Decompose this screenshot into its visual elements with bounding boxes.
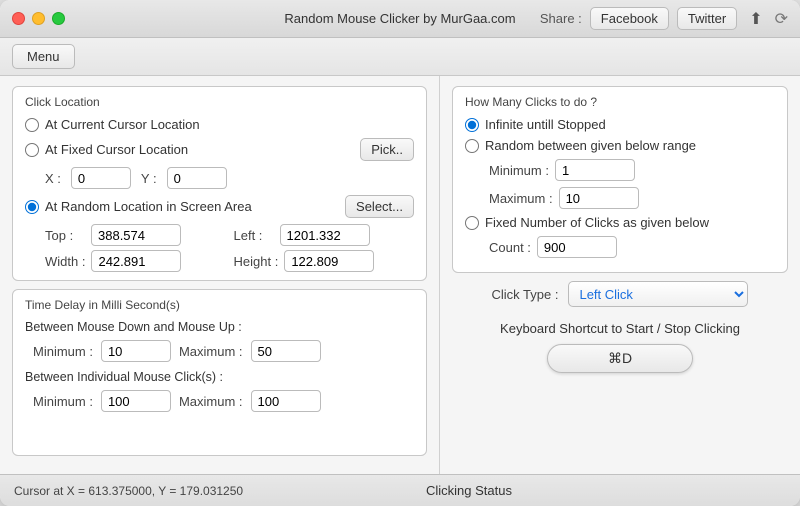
title-bar-actions: Share : Facebook Twitter ⬆ ⟳ (540, 7, 788, 31)
left-row: Left : (234, 224, 415, 246)
toolbar: Menu (0, 38, 800, 76)
random-location-row: At Random Location in Screen Area Select… (25, 195, 414, 218)
shortcut-key: ⌘D (547, 344, 693, 373)
count-label: Count : (489, 240, 531, 255)
delay-row-1: Minimum : Maximum : (25, 340, 414, 362)
loading-spinner: ⟳ (775, 9, 788, 29)
click-type-row: Click Type : Left Click Right Click Doub… (452, 281, 788, 307)
radio-row-fixed: Fixed Number of Clicks as given below (465, 215, 775, 230)
radio-row-infinite: Infinite untill Stopped (465, 117, 775, 132)
label-current-location: At Current Cursor Location (45, 117, 200, 132)
max-label-2: Maximum : (179, 394, 243, 409)
top-label: Top : (45, 228, 85, 243)
left-panel: Click Location At Current Cursor Locatio… (0, 76, 440, 474)
radio-fixed-count[interactable] (465, 216, 479, 230)
share-icon-button[interactable]: ⬆ (745, 7, 766, 31)
delay-sub2: Between Individual Mouse Click(s) : (25, 370, 414, 384)
width-row: Width : (45, 250, 226, 272)
minimize-button[interactable] (32, 12, 45, 25)
xy-row: X : Y : (25, 167, 414, 189)
max-input-1[interactable] (251, 340, 321, 362)
min-input-2[interactable] (101, 390, 171, 412)
shortcut-section: Keyboard Shortcut to Start / Stop Clicki… (452, 321, 788, 373)
x-label: X : (45, 171, 61, 186)
share-label: Share : (540, 11, 582, 26)
y-label: Y : (141, 171, 157, 186)
count-row: Count : (465, 236, 775, 258)
height-input[interactable] (284, 250, 374, 272)
max-input-2[interactable] (251, 390, 321, 412)
radio-current-location[interactable] (25, 118, 39, 132)
pick-button[interactable]: Pick.. (360, 138, 414, 161)
label-random-range: Random between given below range (485, 138, 696, 153)
min-range-label: Minimum : (489, 163, 549, 178)
width-input[interactable] (91, 250, 181, 272)
radio-infinite[interactable] (465, 118, 479, 132)
shortcut-title: Keyboard Shortcut to Start / Stop Clicki… (500, 321, 740, 336)
left-input[interactable] (280, 224, 370, 246)
select-button[interactable]: Select... (345, 195, 414, 218)
status-bar: Cursor at X = 613.375000, Y = 179.031250… (0, 474, 800, 506)
right-panel: How Many Clicks to do ? Infinite untill … (440, 76, 800, 474)
time-delay-section: Time Delay in Milli Second(s) Between Mo… (12, 289, 427, 456)
top-input[interactable] (91, 224, 181, 246)
main-content: Click Location At Current Cursor Locatio… (0, 76, 800, 474)
min-input-1[interactable] (101, 340, 171, 362)
label-fixed-count: Fixed Number of Clicks as given below (485, 215, 709, 230)
clicks-title: How Many Clicks to do ? (465, 95, 775, 109)
radio-row-random: Random between given below range (465, 138, 775, 153)
title-bar: Random Mouse Clicker by MurGaa.com Share… (0, 0, 800, 38)
max-range-row: Maximum : (465, 187, 775, 209)
click-type-select[interactable]: Left Click Right Click Double Click Midd… (568, 281, 748, 307)
click-location-title: Click Location (25, 95, 414, 109)
max-range-input[interactable] (559, 187, 639, 209)
width-label: Width : (45, 254, 85, 269)
min-label-1: Minimum : (33, 344, 93, 359)
area-grid: Top : Left : Width : Height : (25, 224, 414, 272)
twitter-button[interactable]: Twitter (677, 7, 737, 30)
min-label-2: Minimum : (33, 394, 93, 409)
menu-button[interactable]: Menu (12, 44, 75, 69)
min-range-row: Minimum : (465, 159, 775, 181)
max-range-label: Maximum : (489, 191, 553, 206)
click-type-label: Click Type : (492, 287, 559, 302)
delay-sub1: Between Mouse Down and Mouse Up : (25, 320, 414, 334)
count-input[interactable] (537, 236, 617, 258)
left-label: Left : (234, 228, 274, 243)
radio-random-range[interactable] (465, 139, 479, 153)
label-fixed-location: At Fixed Cursor Location (45, 142, 188, 157)
clicks-section: How Many Clicks to do ? Infinite untill … (452, 86, 788, 273)
height-label: Height : (234, 254, 279, 269)
app-window: Random Mouse Clicker by MurGaa.com Share… (0, 0, 800, 506)
max-label-1: Maximum : (179, 344, 243, 359)
maximize-button[interactable] (52, 12, 65, 25)
radio-row-fixed: At Fixed Cursor Location (25, 142, 360, 157)
cursor-status: Cursor at X = 613.375000, Y = 179.031250 (14, 484, 426, 498)
radio-row-current: At Current Cursor Location (25, 117, 414, 132)
min-range-input[interactable] (555, 159, 635, 181)
delay-row-2: Minimum : Maximum : (25, 390, 414, 412)
clicking-status: Clicking Status (426, 483, 786, 498)
radio-random-location[interactable] (25, 200, 39, 214)
height-row: Height : (234, 250, 415, 272)
time-delay-title: Time Delay in Milli Second(s) (25, 298, 414, 312)
label-infinite: Infinite untill Stopped (485, 117, 606, 132)
top-row: Top : (45, 224, 226, 246)
click-location-section: Click Location At Current Cursor Locatio… (12, 86, 427, 281)
label-random-location: At Random Location in Screen Area (45, 199, 337, 214)
y-input[interactable] (167, 167, 227, 189)
traffic-lights (12, 12, 65, 25)
close-button[interactable] (12, 12, 25, 25)
window-title: Random Mouse Clicker by MurGaa.com (284, 11, 515, 26)
x-input[interactable] (71, 167, 131, 189)
radio-fixed-location[interactable] (25, 143, 39, 157)
facebook-button[interactable]: Facebook (590, 7, 669, 30)
